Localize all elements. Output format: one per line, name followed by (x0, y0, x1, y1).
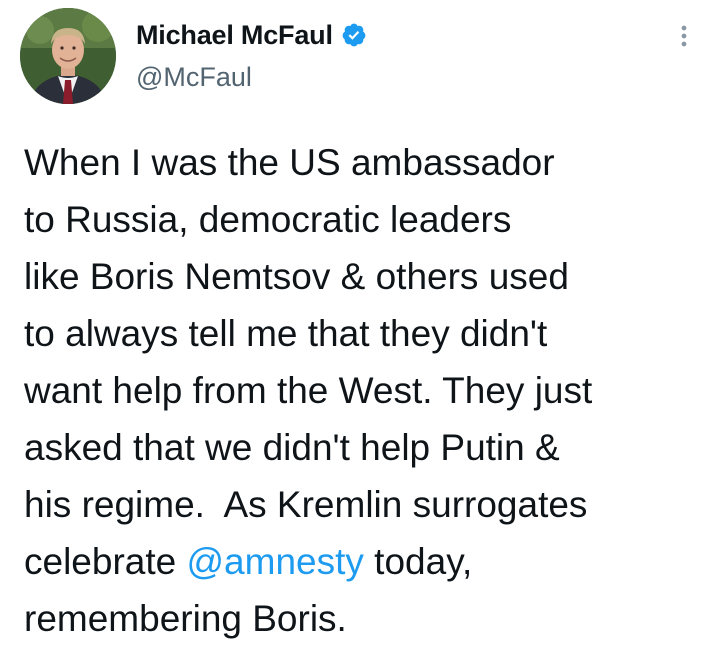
author-name-row[interactable]: Michael McFaul (136, 19, 367, 51)
tweet-text: When I was the US ambassador to Russia, … (24, 134, 714, 647)
author-handle[interactable]: @McFaul (136, 62, 252, 93)
tweet-text-line: celebrate @amnesty today, (24, 533, 714, 590)
tweet-text-line: When I was the US ambassador (24, 142, 555, 183)
verified-badge-icon (341, 22, 367, 48)
tweet: Michael McFaul @McFaul When I was the US… (0, 0, 720, 654)
tweet-text-line: his regime. As Kremlin surrogates (24, 484, 588, 525)
mention-link-amnesty[interactable]: @amnesty (187, 541, 364, 582)
tweet-text-line: to always tell me that they didn't (24, 313, 548, 354)
more-options-icon[interactable] (672, 20, 696, 52)
avatar[interactable] (20, 8, 116, 104)
profile-photo-icon (20, 8, 116, 104)
tweet-text-segment: celebrate (24, 541, 187, 582)
author-display-name[interactable]: Michael McFaul (136, 20, 333, 51)
tweet-text-segment: today, (363, 541, 473, 582)
tweet-text-line: want help from the West. They just (24, 370, 593, 411)
tweet-text-line: asked that we didn't help Putin & (24, 427, 560, 468)
tweet-text-line: to Russia, democratic leaders (24, 199, 512, 240)
tweet-text-line: like Boris Nemtsov & others used (24, 256, 569, 297)
tweet-text-line: remembering Boris. (24, 598, 347, 639)
